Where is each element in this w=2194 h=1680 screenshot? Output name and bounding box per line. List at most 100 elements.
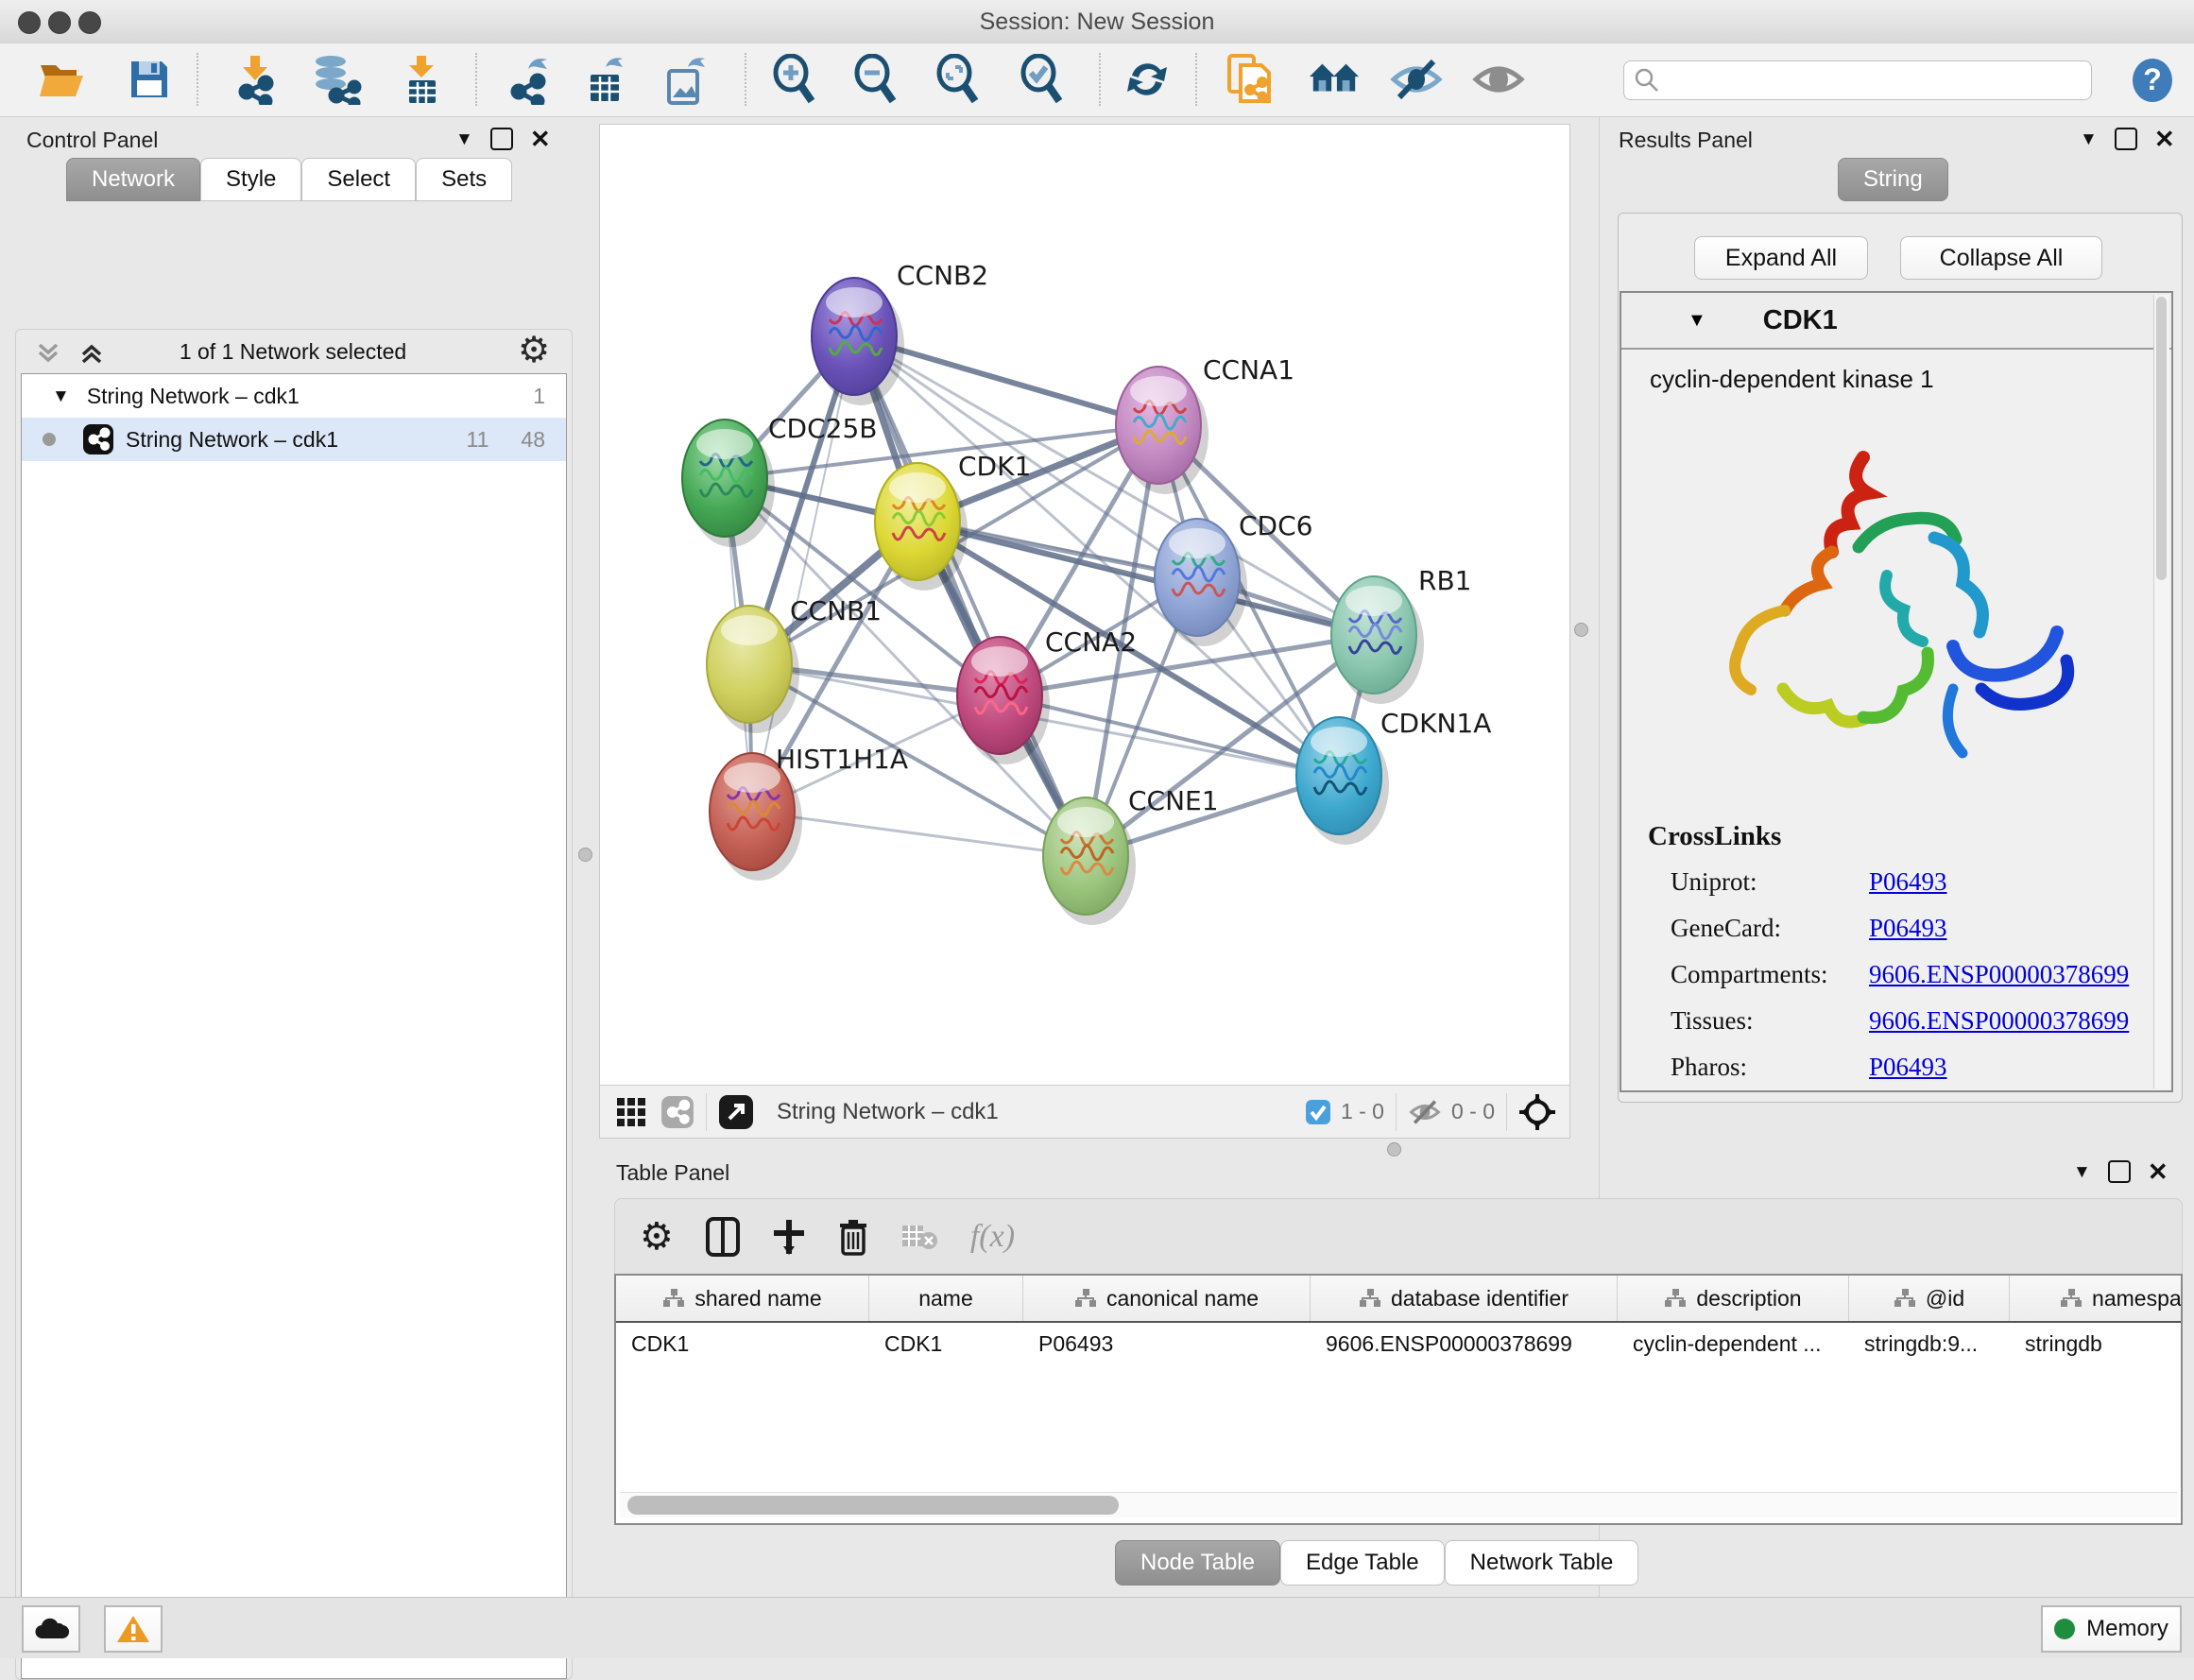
table-gear-icon[interactable]: ⚙ [640,1218,674,1256]
table-cell[interactable]: CDK1 [869,1323,1023,1364]
selected-checkbox-icon[interactable] [1305,1099,1331,1125]
column-header-namespace[interactable]: namespace [2010,1276,2183,1321]
results-panel-float-icon[interactable] [2115,128,2137,150]
export-table-button[interactable] [578,55,631,104]
export-network-button[interactable] [503,55,556,104]
table-horizontal-scrollbar[interactable] [620,1492,2177,1517]
node-table[interactable]: shared namenamecanonical namedatabase id… [614,1274,2183,1525]
crosslink-link[interactable]: 9606.ENSP00000378699 [1869,960,2129,989]
column-header-canonical-name[interactable]: canonical name [1023,1276,1311,1321]
network-node-cdc6[interactable] [1155,519,1247,646]
hidden-eye-icon[interactable] [1408,1098,1442,1126]
results-panel-close-icon[interactable]: ✕ [2154,129,2175,148]
network-node-ccnb2[interactable] [812,278,904,405]
tab-style[interactable]: Style [200,158,301,201]
column-header-@id[interactable]: @id [1849,1276,2010,1321]
network-node-ccne1[interactable] [1043,797,1136,925]
collapse-all-networks-icon[interactable] [34,341,62,370]
crosslink-link[interactable]: P06493 [1869,1053,1947,1082]
table-panel-float-icon[interactable] [2108,1160,2131,1183]
import-table-file-button[interactable] [395,55,448,104]
results-panel-menu-icon[interactable]: ▼ [2080,130,2098,148]
tab-sets[interactable]: Sets [416,158,512,201]
import-network-file-button[interactable] [229,55,282,104]
column-header-database-identifier[interactable]: database identifier [1311,1276,1618,1321]
cloud-status-button[interactable] [22,1605,80,1653]
scrollbar-thumb[interactable] [627,1496,1119,1515]
homology-button[interactable] [1308,55,1361,104]
refresh-view-button[interactable] [1121,55,1174,104]
network-row[interactable]: String Network – cdk1 11 48 [22,418,566,461]
column-header-description[interactable]: description [1618,1276,1849,1321]
detach-view-icon[interactable] [718,1094,754,1130]
memory-button[interactable]: Memory [2041,1605,2182,1653]
import-network-database-button[interactable] [310,55,363,104]
zoom-fit-button[interactable] [932,55,985,104]
results-vertical-scrollbar[interactable] [2153,295,2169,1089]
zoom-selected-button[interactable] [1016,55,1069,104]
protein-expander-icon[interactable]: ▼ [1688,311,1706,330]
network-edge[interactable] [752,336,854,812]
tab-node-table[interactable]: Node Table [1115,1540,1280,1586]
grid-view-icon[interactable] [615,1096,647,1128]
table-cell[interactable]: 9606.ENSP00000378699 [1311,1323,1618,1364]
crosslink-link[interactable]: 9606.ENSP00000378699 [1869,1006,2129,1036]
control-panel-float-icon[interactable] [490,128,513,150]
control-panel-close-icon[interactable]: ✕ [530,129,551,148]
search-field[interactable] [1623,60,2092,100]
left-splitter-handle[interactable] [578,848,592,862]
collapse-all-button[interactable]: Collapse All [1900,236,2102,280]
tab-select[interactable]: Select [301,158,416,201]
table-cell[interactable]: stringdb [2010,1323,2183,1364]
network-edge[interactable] [752,812,1086,856]
tab-network-table[interactable]: Network Table [1445,1540,1639,1586]
network-view[interactable]: CCNB2CCNA1CDC25BCDK1CDC6RB1CCNB1CCNA2CDK… [599,124,1570,1139]
table-cell[interactable]: P06493 [1023,1323,1311,1364]
string-import-button[interactable] [1224,55,1277,104]
control-panel-menu-icon[interactable]: ▼ [455,130,473,148]
table-row[interactable]: CDK1CDK1P064939606.ENSP00000378699cyclin… [616,1323,2181,1364]
help-button[interactable]: ? [2130,57,2175,109]
table-cell[interactable]: stringdb:9... [1849,1323,2010,1364]
zoom-in-button[interactable] [768,55,821,104]
save-session-button[interactable] [123,55,176,104]
column-header-name[interactable]: name [869,1276,1023,1321]
tab-edge-table[interactable]: Edge Table [1280,1540,1445,1586]
network-edge[interactable] [1000,695,1339,776]
table-panel-close-icon[interactable]: ✕ [2148,1162,2168,1181]
right-splitter-handle[interactable] [1574,623,1588,637]
add-column-icon[interactable] [772,1218,806,1256]
network-node-ccnb1[interactable] [707,606,799,733]
column-header-shared-name[interactable]: shared name [616,1276,869,1321]
crosslink-link[interactable]: P06493 [1869,867,1947,897]
zoom-out-button[interactable] [849,55,902,104]
show-columns-icon[interactable] [706,1217,740,1257]
crosslink-link[interactable]: P06493 [1869,914,1947,943]
open-session-button[interactable] [36,55,89,104]
crosslink-row: Uniprot:P06493 [1671,867,2171,897]
network-edge[interactable] [854,336,1086,856]
table-cell[interactable]: CDK1 [616,1323,869,1364]
expand-all-networks-icon[interactable] [77,341,106,370]
network-graph[interactable]: CCNB2CCNA1CDC25BCDK1CDC6RB1CCNB1CCNA2CDK… [600,125,1569,1085]
tab-network[interactable]: Network [66,158,200,201]
table-cell[interactable]: cyclin-dependent ... [1618,1323,1849,1364]
network-share-icon[interactable] [660,1095,694,1129]
network-node-cdkn1a[interactable] [1296,717,1389,845]
hide-panel-eye-button[interactable] [1472,55,1525,104]
delete-column-icon[interactable] [838,1218,868,1256]
network-options-gear-icon[interactable]: ⚙ [518,332,550,368]
toolbar-separator [745,53,746,106]
tab-string[interactable]: String [1838,158,1948,201]
expand-all-button[interactable]: Expand All [1694,236,1868,280]
birdseye-crosshair-icon[interactable] [1518,1093,1556,1131]
network-collection-row[interactable]: ▼ String Network – cdk1 1 [22,374,566,418]
export-image-button[interactable] [659,55,711,104]
network-node-rb1[interactable] [1331,576,1424,704]
collection-expander-icon[interactable]: ▼ [52,387,70,405]
table-panel-menu-icon[interactable]: ▼ [2073,1163,2091,1181]
network-node-ccna2[interactable] [957,637,1050,764]
warnings-button[interactable] [104,1605,163,1653]
enhanced-labels-toggle-button[interactable] [1390,55,1443,104]
protein-description: cyclin-dependent kinase 1 [1621,350,2171,394]
